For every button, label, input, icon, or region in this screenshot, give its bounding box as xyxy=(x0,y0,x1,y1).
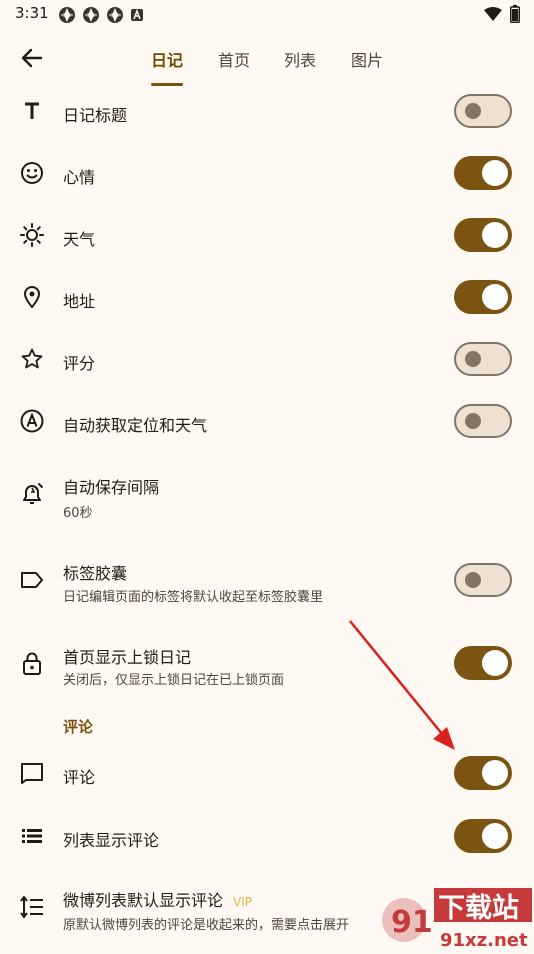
site-watermark: 91 下载站 91xz.net xyxy=(378,880,534,951)
svg-text:91: 91 xyxy=(391,905,433,940)
watermark-domain: 91xz.net xyxy=(440,930,528,950)
watermark-logo-text: 下载站 xyxy=(438,893,519,924)
annotation-arrow-icon xyxy=(349,620,455,750)
watermark-logo: 91 下载站 91xz.net xyxy=(382,888,532,951)
